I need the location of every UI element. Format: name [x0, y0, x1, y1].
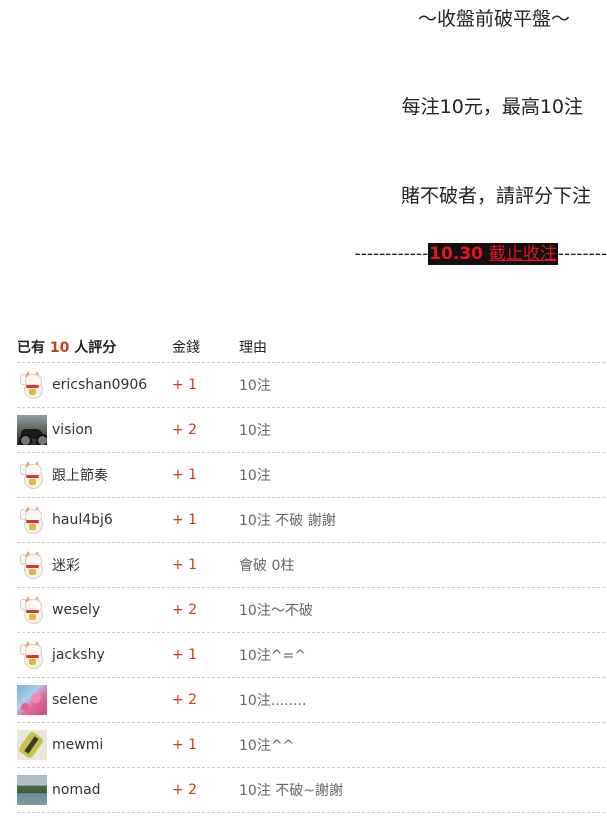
blossom-photo[interactable] — [17, 685, 47, 715]
rating-count-label: 已有 10 人評分 — [17, 337, 172, 357]
rating-score: + 1 — [172, 467, 198, 483]
rating-row: vision + 2 10注 — [17, 408, 605, 453]
rating-score: + 1 — [172, 377, 198, 393]
user-name-link[interactable]: vision — [52, 422, 93, 438]
post-line-title: ～收盤前破平盤～ — [417, 8, 570, 30]
rating-user[interactable]: haul4bj6 — [17, 505, 172, 535]
rating-reason: 10注 — [239, 468, 271, 484]
reason-column-header: 理由 — [239, 340, 267, 356]
rating-row: mewmi + 1 10注^^ — [17, 723, 605, 768]
user-name-link[interactable]: jackshy — [52, 647, 105, 663]
rating-reason: 10注^^ — [239, 738, 295, 754]
rating-reason: 10注 — [239, 378, 271, 394]
score-column-header: 金錢 — [172, 340, 200, 356]
rating-reason: 10注 不破~謝謝 — [239, 783, 343, 799]
rating-count-suffix: 人評分 — [69, 340, 117, 356]
rating-reason: 10注 — [239, 423, 271, 439]
rating-user[interactable]: 迷彩 — [17, 550, 172, 580]
rating-row: 跟上節奏 + 1 10注 — [17, 453, 605, 498]
rating-row: haul4bj6 + 1 10注 不破 謝謝 — [17, 498, 605, 543]
user-name-link[interactable]: wesely — [52, 602, 100, 618]
rating-user[interactable]: mewmi — [17, 730, 172, 760]
rating-reason: 10注^=^ — [239, 648, 307, 664]
deadline-dashes-left: ------------ — [354, 244, 429, 264]
user-name-link[interactable]: 跟上節奏 — [52, 465, 108, 485]
lucky-cat-icon[interactable] — [17, 550, 47, 580]
rating-user[interactable]: 跟上節奏 — [17, 460, 172, 490]
lucky-cat-icon[interactable] — [17, 640, 47, 670]
deadline-text: 截止收注 — [488, 244, 557, 264]
rating-score: + 1 — [172, 512, 198, 528]
rating-header: 已有 10 人評分 金錢 理由 — [17, 332, 605, 363]
rating-count-prefix: 已有 — [17, 340, 50, 356]
rating-row: ericshan0906 + 1 10注 — [17, 363, 605, 408]
rating-user[interactable]: nomad — [17, 775, 172, 805]
rating-score: + 2 — [172, 602, 198, 618]
rating-user[interactable]: vision — [17, 415, 172, 445]
deadline-dashes-right: -------- — [557, 244, 607, 264]
post-line-deadline: ------------10.30 截止收注-------- — [354, 239, 607, 265]
rating-row: wesely + 2 10注～不破 — [17, 588, 605, 633]
user-name-link[interactable]: mewmi — [52, 737, 103, 753]
rating-score: + 1 — [172, 557, 198, 573]
lucky-cat-icon[interactable] — [17, 370, 47, 400]
user-name-link[interactable]: 迷彩 — [52, 555, 80, 575]
rating-reason: 10注～不破 — [239, 603, 313, 619]
rating-score: + 1 — [172, 647, 198, 663]
rating-user[interactable]: wesely — [17, 595, 172, 625]
user-name-link[interactable]: selene — [52, 692, 98, 708]
user-name-link[interactable]: haul4bj6 — [52, 512, 113, 528]
rating-rows: ericshan0906 + 1 10注 vision + 2 10注 跟上節奏 + 1 10注… — [17, 363, 605, 813]
motorcycle-photo[interactable] — [17, 415, 47, 445]
post-line-price: 每注10元，最高10注 — [401, 96, 583, 118]
rating-score: + 1 — [172, 737, 198, 753]
post-line-instruction: 賭不破者，請評分下注 — [400, 185, 591, 207]
user-name-link[interactable]: nomad — [52, 782, 101, 798]
lucky-cat-icon[interactable] — [17, 505, 47, 535]
landscape-photo[interactable] — [17, 775, 47, 805]
bird-photo[interactable] — [17, 730, 47, 760]
deadline-highlight: 10.30 截止收注 — [428, 243, 558, 265]
lucky-cat-icon[interactable] — [17, 460, 47, 490]
rating-reason: 會破 0柱 — [239, 558, 295, 574]
rating-row: 迷彩 + 1 會破 0柱 — [17, 543, 605, 588]
rating-reason: 10注........ — [239, 693, 307, 709]
rating-row: nomad + 2 10注 不破~謝謝 — [17, 768, 605, 813]
user-name-link[interactable]: ericshan0906 — [52, 377, 147, 393]
deadline-time: 10.30 — [429, 244, 489, 264]
rating-count: 10 — [49, 340, 70, 356]
rating-user[interactable]: selene — [17, 685, 172, 715]
rating-list: 已有 10 人評分 金錢 理由 ericshan0906 + 1 10注 vision… — [17, 332, 605, 813]
rating-reason: 10注 不破 謝謝 — [239, 513, 336, 529]
rating-row: selene + 2 10注........ — [17, 678, 605, 723]
lucky-cat-icon[interactable] — [17, 595, 47, 625]
rating-score: + 2 — [172, 782, 198, 798]
rating-score: + 2 — [172, 422, 198, 438]
rating-row: jackshy + 1 10注^=^ — [17, 633, 605, 678]
rating-user[interactable]: ericshan0906 — [17, 370, 172, 400]
rating-user[interactable]: jackshy — [17, 640, 172, 670]
rating-score: + 2 — [172, 692, 198, 708]
